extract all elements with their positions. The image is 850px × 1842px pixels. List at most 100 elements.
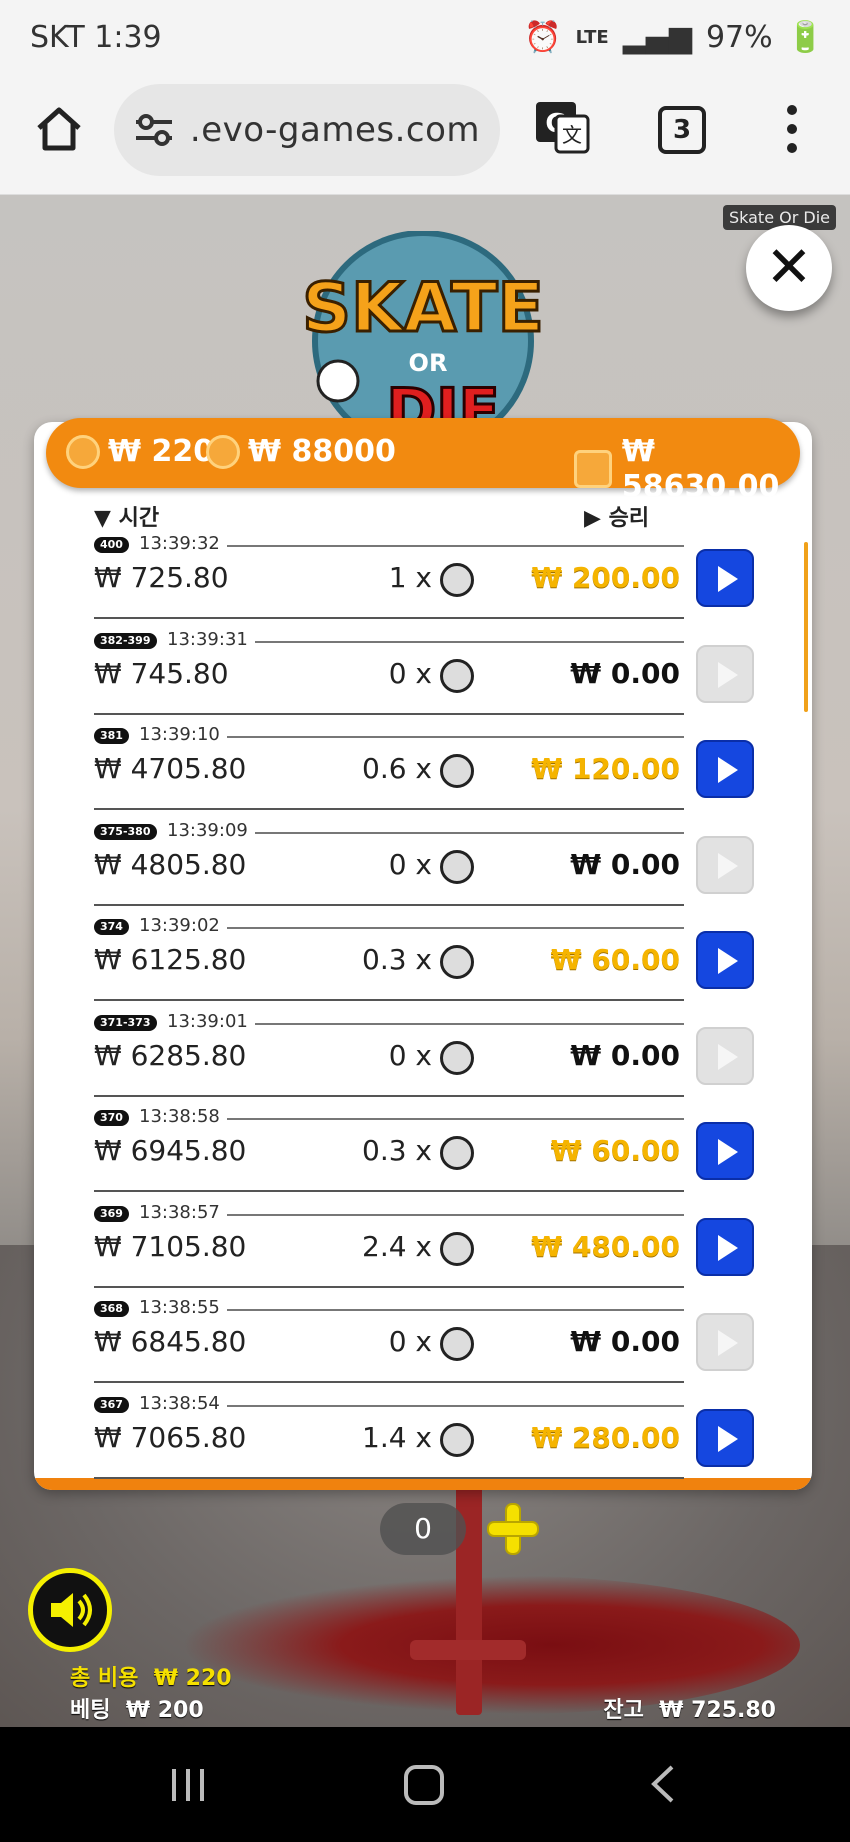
network-type: LTE bbox=[575, 27, 609, 48]
recent-apps-icon[interactable] bbox=[168, 1767, 208, 1803]
history-row: 382-399 13:39:31 ₩ 745.80 0 x ₩ 0.00 bbox=[0, 629, 850, 727]
coin-icon bbox=[440, 754, 474, 788]
round-id-badge: 368 bbox=[94, 1301, 129, 1317]
round-win: ₩ 0.00 bbox=[570, 1038, 680, 1072]
row-divider-top bbox=[227, 736, 684, 738]
round-balance: ₩ 6845.80 bbox=[94, 1325, 247, 1358]
round-win: ₩ 480.00 bbox=[531, 1229, 680, 1263]
row-divider bbox=[94, 1381, 684, 1383]
address-bar[interactable]: .evo-games.com bbox=[114, 84, 500, 176]
replay-button[interactable] bbox=[696, 1313, 754, 1371]
replay-button[interactable] bbox=[696, 1408, 754, 1467]
close-icon: ✕ bbox=[765, 235, 813, 300]
row-divider-top bbox=[255, 1022, 684, 1025]
round-time: 13:38:57 bbox=[139, 1201, 220, 1223]
wallet-icon bbox=[574, 450, 612, 488]
bet-label: 베팅 bbox=[70, 1698, 111, 1723]
play-icon bbox=[718, 661, 738, 688]
row-divider-top bbox=[227, 1404, 684, 1407]
svg-text:SKATE: SKATE bbox=[302, 269, 544, 348]
url-text: .evo-games.com bbox=[186, 110, 481, 150]
coin-icon bbox=[440, 945, 474, 979]
history-row: 381 13:39:10 ₩ 4705.80 0.6 x ₩ 120.00 bbox=[0, 724, 850, 822]
replay-button[interactable] bbox=[696, 1217, 754, 1276]
row-divider-top bbox=[255, 640, 684, 643]
sort-time-header[interactable]: ▼ 시간 bbox=[94, 500, 159, 532]
replay-button[interactable] bbox=[696, 931, 754, 989]
row-divider bbox=[94, 808, 684, 810]
back-icon[interactable] bbox=[648, 1763, 678, 1805]
bet-count-display: 0 bbox=[380, 1503, 466, 1555]
rail-pole-base bbox=[410, 1640, 526, 1660]
row-divider-top bbox=[255, 831, 684, 834]
balance-label: 잔고 bbox=[603, 1698, 644, 1723]
round-win: ₩ 120.00 bbox=[531, 752, 680, 785]
play-icon bbox=[718, 757, 738, 783]
replay-button[interactable] bbox=[696, 740, 754, 798]
round-win: ₩ 0.00 bbox=[570, 656, 680, 690]
round-win: ₩ 200.00 bbox=[531, 561, 680, 594]
round-time: 13:38:54 bbox=[139, 1392, 220, 1414]
round-id-badge: 370 bbox=[94, 1110, 129, 1126]
coin-icon bbox=[440, 1136, 474, 1170]
replay-button[interactable] bbox=[696, 1122, 754, 1180]
battery-level: 97% bbox=[705, 20, 773, 55]
system-nav-bar bbox=[0, 1727, 850, 1842]
signal-icon: ▂▄▆ bbox=[622, 20, 692, 55]
history-row: 400 13:39:32 ₩ 725.80 1 x ₩ 200.00 bbox=[0, 533, 850, 631]
replay-button[interactable] bbox=[696, 549, 754, 607]
round-win: ₩ 60.00 bbox=[550, 1134, 680, 1167]
round-win: ₩ 0.00 bbox=[570, 1325, 680, 1358]
history-header: ▼ 시간 ▶ 승리 bbox=[94, 500, 654, 532]
site-settings-icon[interactable] bbox=[132, 110, 176, 150]
coin-icon bbox=[440, 658, 474, 693]
round-win: ₩ 280.00 bbox=[531, 1420, 680, 1454]
round-balance: ₩ 4705.80 bbox=[94, 752, 247, 785]
translate-icon[interactable]: G 文 bbox=[534, 98, 592, 156]
round-id-badge: 369 bbox=[94, 1205, 129, 1222]
home-icon[interactable] bbox=[34, 104, 84, 154]
scrollbar-thumb[interactable] bbox=[804, 542, 808, 712]
sound-toggle-button[interactable] bbox=[28, 1568, 112, 1652]
rail-pole bbox=[456, 1465, 482, 1715]
round-multiplier: 0 x bbox=[388, 847, 432, 881]
replay-button[interactable] bbox=[696, 835, 754, 894]
row-divider bbox=[94, 712, 684, 715]
tab-switcher-button[interactable]: 3 bbox=[658, 106, 706, 154]
summary-bar: ₩ 220 ₩ 88000 ₩ 58630.00 bbox=[46, 418, 800, 504]
round-time: 13:39:32 bbox=[139, 533, 220, 554]
home-nav-icon[interactable] bbox=[402, 1765, 446, 1805]
row-divider-top bbox=[227, 1213, 684, 1216]
replay-button[interactable] bbox=[696, 644, 754, 703]
bet-value: ₩ 200 bbox=[125, 1698, 204, 1723]
coin-bet-item: ₩ 220 bbox=[66, 434, 214, 469]
plus-icon[interactable] bbox=[484, 1500, 542, 1558]
total-cost-value: ₩ 220 bbox=[153, 1666, 232, 1691]
round-id-badge: 400 bbox=[94, 537, 129, 553]
round-balance: ₩ 6945.80 bbox=[94, 1134, 247, 1167]
row-divider bbox=[94, 617, 684, 619]
coin-icon bbox=[440, 1040, 474, 1075]
round-multiplier: 1 x bbox=[388, 561, 432, 594]
row-divider-top bbox=[227, 1309, 684, 1311]
history-row: 367 13:38:54 ₩ 7065.80 1.4 x ₩ 280.00 bbox=[0, 1392, 850, 1491]
round-balance: ₩ 6285.80 bbox=[94, 1038, 247, 1072]
close-button[interactable]: ✕ bbox=[746, 225, 832, 311]
play-icon bbox=[718, 566, 738, 592]
round-id-badge: 381 bbox=[94, 728, 129, 744]
round-win: ₩ 60.00 bbox=[550, 943, 680, 976]
replay-button[interactable] bbox=[696, 1026, 754, 1085]
round-time: 13:38:58 bbox=[139, 1106, 220, 1127]
svg-text:文: 文 bbox=[562, 123, 582, 147]
round-id-badge: 375-380 bbox=[94, 823, 157, 840]
row-divider bbox=[94, 999, 684, 1001]
round-multiplier: 0.6 x bbox=[362, 752, 432, 785]
row-divider-top bbox=[227, 927, 684, 929]
row-divider bbox=[94, 1285, 684, 1288]
sort-win-header[interactable]: ▶ 승리 bbox=[584, 500, 649, 532]
more-options-icon[interactable] bbox=[782, 102, 802, 156]
round-time: 13:39:02 bbox=[139, 915, 220, 936]
round-multiplier: 1.4 x bbox=[362, 1420, 432, 1454]
browser-toolbar: .evo-games.com G 文 3 bbox=[0, 78, 850, 195]
round-time: 13:38:55 bbox=[139, 1297, 220, 1318]
